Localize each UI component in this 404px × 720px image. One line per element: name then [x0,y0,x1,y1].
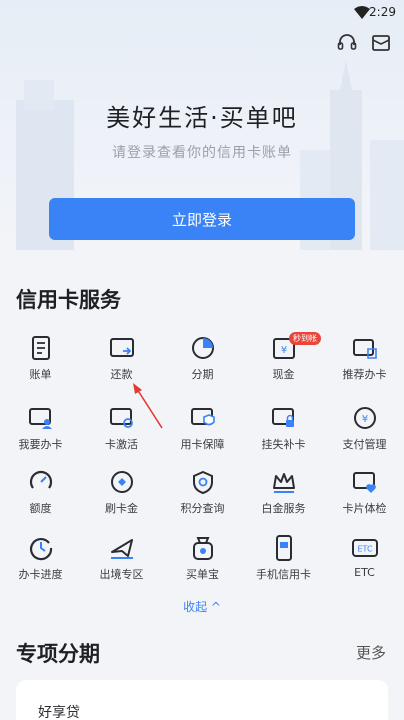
service-label: 支付管理 [342,438,387,451]
haoxiangdai-card[interactable]: 好享贷 [16,680,388,720]
service-overseas[interactable]: 出境专区 [81,534,162,582]
service-label: 刷卡金 [105,502,138,515]
service-maidanbao[interactable]: 买单宝 [162,534,243,582]
progress-icon [29,538,52,561]
svg-text:¥: ¥ [280,345,286,356]
service-label: 白金服务 [261,502,306,515]
service-label: 账单 [29,368,52,381]
service-platinum[interactable]: 白金服务 [243,468,324,516]
service-label: 卡激活 [105,438,138,451]
card-label: 好享贷 [38,705,80,720]
card-reward-icon [110,471,133,493]
report-loss-icon [271,408,294,427]
service-cash[interactable]: ¥ 现金 秒到帐 [243,332,324,382]
service-label: 用卡保障 [180,438,225,451]
more-link[interactable]: 更多 [356,642,386,663]
service-label: 额度 [29,502,52,515]
service-etc[interactable]: ETC ETC [324,534,404,579]
service-label: 积分查询 [180,502,225,515]
service-card-checkup[interactable]: 卡片体检 [324,468,404,516]
service-label: 手机信用卡 [256,568,311,581]
service-label: 挂失补卡 [261,438,306,451]
mail-icon[interactable] [371,34,391,52]
credit-limit-icon [29,470,52,489]
phone-card-icon [275,535,292,561]
points-icon [192,470,213,495]
repay-icon [109,338,134,357]
service-label: 办卡进度 [18,568,63,581]
cash-badge: 秒到帐 [289,332,321,345]
services-title: 信用卡服务 [16,288,121,312]
installment-icon [191,337,214,359]
service-card-protection[interactable]: 用卡保障 [162,404,243,452]
service-credit-limit[interactable]: 额度 [0,468,81,516]
etc-icon: ETC [351,539,378,557]
status-time: 2:29 [369,5,396,19]
service-points[interactable]: 积分查询 [162,468,243,516]
recommend-card-icon [352,339,377,359]
service-label: 推荐办卡 [342,368,387,381]
service-label: 卡片体检 [342,502,387,515]
card-checkup-icon [352,472,376,493]
crown-icon [272,473,295,493]
service-recommend-card[interactable]: 推荐办卡 [324,334,404,382]
service-repay[interactable]: 还款 [81,334,162,382]
service-label: 我要办卡 [18,438,63,451]
service-installment[interactable]: 分期 [162,334,243,382]
hero-title: 美好生活·买单吧 [106,104,298,132]
service-report-loss[interactable]: 挂失补卡 [243,404,324,452]
hero-banner: 2:29 美好生活·买单吧 请登录查看你的信用卡账单 立即登录 [0,0,404,268]
service-label: 分期 [191,368,214,381]
service-label: 出境专区 [99,568,144,581]
svg-text:¥: ¥ [361,414,367,425]
activate-card-icon [109,408,133,428]
apply-card-icon [28,408,52,429]
service-label: 还款 [110,368,133,381]
headset-icon[interactable] [337,33,357,53]
service-activate-card[interactable]: 卡激活 [81,404,162,452]
service-progress[interactable]: 办卡进度 [0,534,81,582]
svg-text:ETC: ETC [357,545,372,554]
card-protection-icon [190,408,215,426]
login-button[interactable]: 立即登录 [49,198,355,240]
wifi-icon [354,6,370,19]
collapse-button[interactable]: 收起 ^ [0,598,404,615]
service-label: 现金 [272,368,295,381]
service-apply-card[interactable]: 我要办卡 [0,404,81,452]
hero-subtitle: 请登录查看你的信用卡账单 [112,145,292,161]
payment-settings-icon: ¥ [353,407,376,429]
bill-icon [31,336,50,360]
service-label: ETC [354,566,375,579]
status-bar: 2:29 [0,0,404,26]
service-label: 买单宝 [186,568,219,581]
service-bill[interactable]: 账单 [0,334,81,382]
bag-icon [192,537,213,560]
service-card-reward[interactable]: 刷卡金 [81,468,162,516]
special-installment-title: 专项分期 [16,642,100,666]
service-payment-settings[interactable]: ¥ 支付管理 [324,404,404,452]
airplane-icon [110,539,133,559]
service-phone-card[interactable]: 手机信用卡 [243,534,324,582]
